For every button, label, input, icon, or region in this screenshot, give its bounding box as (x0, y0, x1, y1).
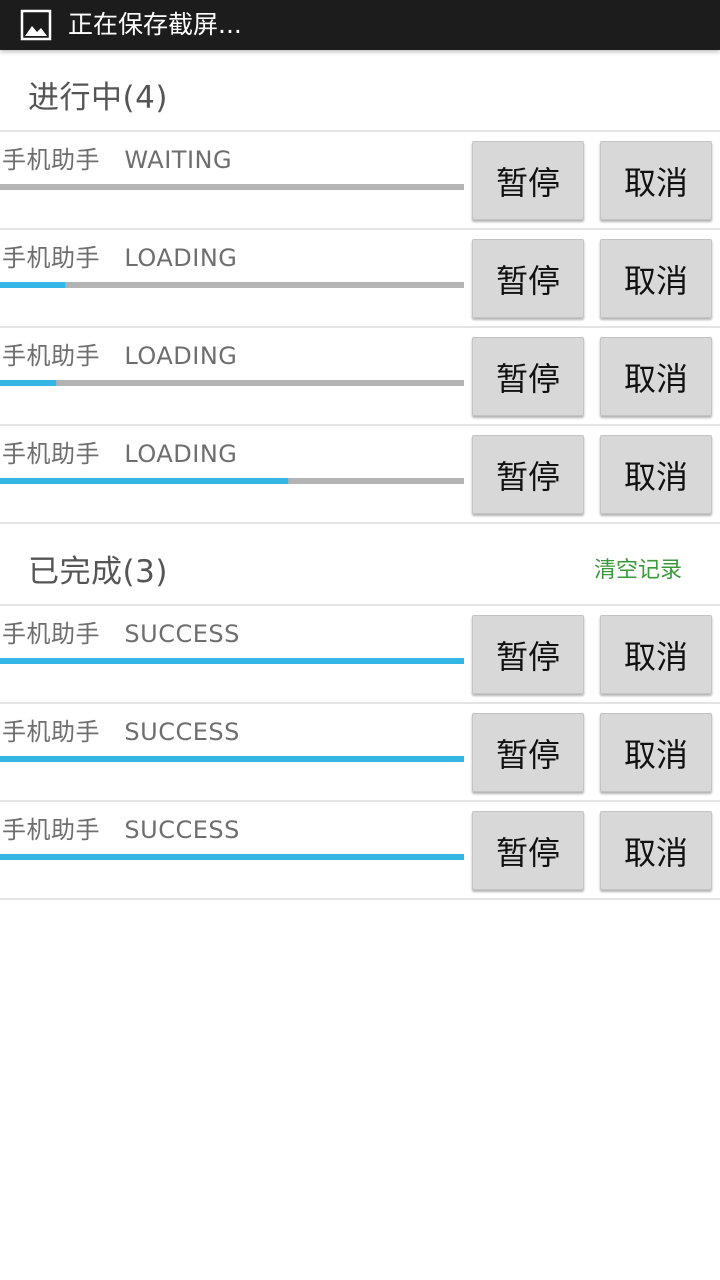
progress-fill (0, 658, 464, 664)
progress-bar (0, 478, 464, 484)
task-status: SUCCESS (124, 620, 240, 648)
progress-bar (0, 380, 464, 386)
download-manager: 进行中(4) 手机助手 WAITING 暂停 取消 手机助手 LOADING 暂… (0, 50, 720, 900)
task-label: 手机助手 SUCCESS (2, 810, 240, 845)
pause-button[interactable]: 暂停 (472, 713, 584, 792)
in-progress-list: 手机助手 WAITING 暂停 取消 手机助手 LOADING 暂停 取消 手机… (0, 132, 720, 524)
progress-bar (0, 756, 464, 762)
progress-fill (0, 478, 288, 484)
task-name: 手机助手 (2, 440, 100, 468)
task-name: 手机助手 (2, 342, 100, 370)
task-name: 手机助手 (2, 816, 100, 844)
pause-button[interactable]: 暂停 (472, 435, 584, 514)
task-name: 手机助手 (2, 718, 100, 746)
progress-bar (0, 854, 464, 860)
pause-button[interactable]: 暂停 (472, 337, 584, 416)
progress-bar (0, 658, 464, 664)
progress-fill (0, 282, 65, 288)
completed-header: 已完成(3) 清空记录 (0, 524, 720, 606)
task-name: 手机助手 (2, 620, 100, 648)
task-label: 手机助手 LOADING (2, 434, 237, 469)
task-status: SUCCESS (124, 718, 240, 746)
completed-title: 已完成(3) (28, 554, 168, 590)
progress-fill (0, 380, 56, 386)
in-progress-title: 进行中(4) (28, 80, 168, 116)
task-label: 手机助手 WAITING (2, 140, 232, 175)
image-icon (20, 9, 52, 41)
progress-fill (0, 854, 464, 860)
task-label: 手机助手 LOADING (2, 238, 237, 273)
task-name: 手机助手 (2, 244, 100, 272)
pause-button[interactable]: 暂停 (472, 811, 584, 890)
pause-button[interactable]: 暂停 (472, 615, 584, 694)
task-label: 手机助手 SUCCESS (2, 712, 240, 747)
cancel-button[interactable]: 取消 (600, 615, 712, 694)
progress-bar (0, 184, 464, 190)
progress-fill (0, 756, 464, 762)
task-name: 手机助手 (2, 146, 100, 174)
cancel-button[interactable]: 取消 (600, 811, 712, 890)
in-progress-header: 进行中(4) (0, 50, 720, 132)
status-bar: 正在保存截屏... (0, 0, 720, 50)
task-row: 手机助手 WAITING 暂停 取消 (0, 132, 720, 230)
task-label: 手机助手 SUCCESS (2, 614, 240, 649)
task-status: LOADING (124, 342, 238, 370)
task-status: WAITING (124, 146, 233, 174)
pause-button[interactable]: 暂停 (472, 141, 584, 220)
cancel-button[interactable]: 取消 (600, 337, 712, 416)
cancel-button[interactable]: 取消 (600, 239, 712, 318)
task-row: 手机助手 SUCCESS 暂停 取消 (0, 704, 720, 802)
task-status: SUCCESS (124, 816, 240, 844)
task-label: 手机助手 LOADING (2, 336, 237, 371)
status-text: 正在保存截屏... (68, 10, 242, 39)
task-status: LOADING (124, 244, 238, 272)
task-row: 手机助手 SUCCESS 暂停 取消 (0, 606, 720, 704)
clear-records-button[interactable]: 清空记录 (594, 552, 682, 584)
pause-button[interactable]: 暂停 (472, 239, 584, 318)
cancel-button[interactable]: 取消 (600, 713, 712, 792)
progress-bar (0, 282, 464, 288)
cancel-button[interactable]: 取消 (600, 435, 712, 514)
completed-list: 手机助手 SUCCESS 暂停 取消 手机助手 SUCCESS 暂停 取消 手机… (0, 606, 720, 900)
task-row: 手机助手 LOADING 暂停 取消 (0, 328, 720, 426)
task-status: LOADING (124, 440, 238, 468)
task-row: 手机助手 LOADING 暂停 取消 (0, 426, 720, 524)
cancel-button[interactable]: 取消 (600, 141, 712, 220)
task-row: 手机助手 SUCCESS 暂停 取消 (0, 802, 720, 900)
task-row: 手机助手 LOADING 暂停 取消 (0, 230, 720, 328)
